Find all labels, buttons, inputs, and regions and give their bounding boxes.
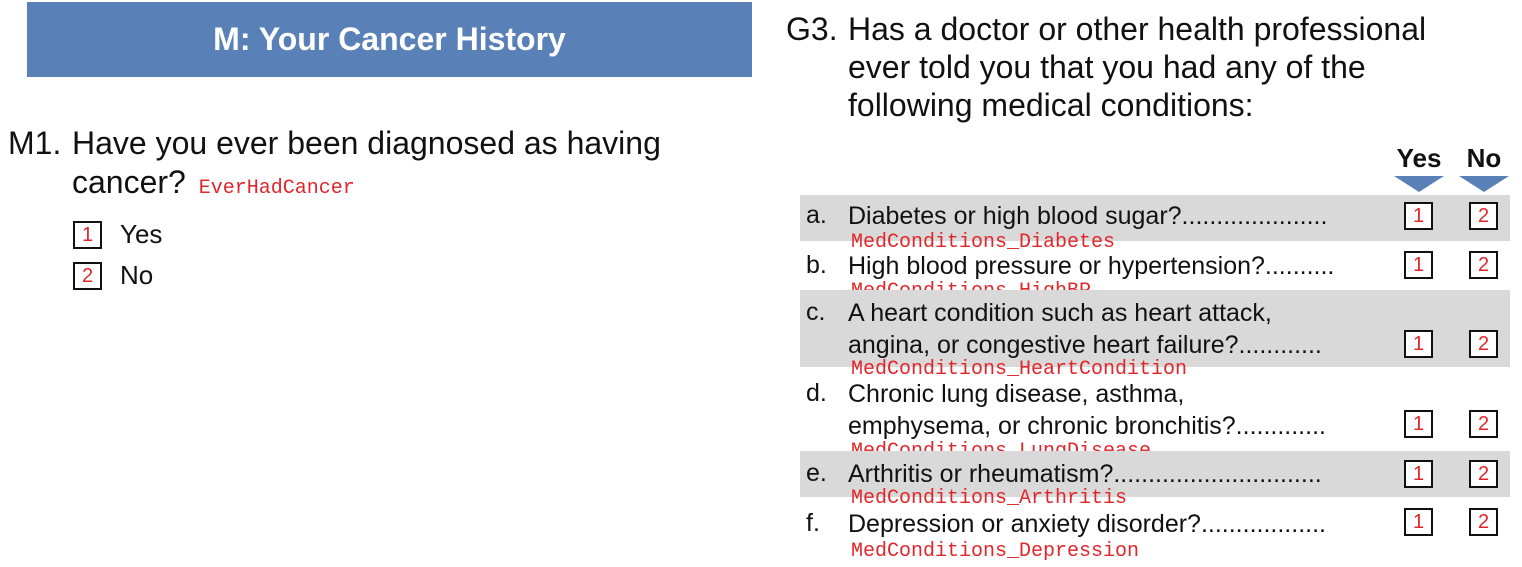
condition-text: Diabetes or high blood sugar?...........… [848, 202, 1328, 230]
checkbox-no[interactable]: 2 [1469, 330, 1498, 358]
condition-letter: d. [806, 379, 827, 407]
condition-letter: b. [806, 251, 827, 279]
condition-text: High blood pressure or hypertension?....… [848, 252, 1335, 280]
question-text-g3-line3: following medical conditions: [848, 87, 1254, 123]
condition-variable-name: MedConditions_Arthritis [851, 487, 1128, 510]
section-header: M: Your Cancer History [27, 2, 752, 77]
checkbox-yes[interactable]: 1 [1404, 202, 1433, 230]
checkbox-no[interactable]: 2 [1469, 251, 1498, 279]
checkbox-no[interactable]: 2 [1469, 460, 1498, 488]
checkbox-yes[interactable]: 1 [1404, 251, 1433, 279]
checkbox-yes[interactable]: 1 [1404, 410, 1433, 438]
condition-letter: c. [806, 298, 826, 326]
question-text-m1-line2: cancer? EverHadCancer [72, 163, 355, 208]
question-number-m1: M1. [8, 125, 62, 161]
condition-text: emphysema, or chronic bronchitis?.......… [848, 412, 1326, 440]
condition-text: Depression or anxiety disorder?.........… [848, 510, 1326, 538]
condition-letter: a. [806, 201, 827, 229]
checkbox-yes[interactable]: 1 [1404, 460, 1433, 488]
section-title: M: Your Cancer History [213, 21, 566, 57]
condition-letter: f. [806, 509, 820, 537]
question-text-m1-line1: Have you ever been diagnosed as having [72, 125, 661, 161]
answer-label-no: No [120, 260, 154, 290]
column-header-no: No [1466, 143, 1502, 173]
answer-label-yes: Yes [120, 219, 163, 249]
checkbox-no[interactable]: 2 [1469, 410, 1498, 438]
condition-letter: e. [806, 459, 827, 487]
question-text-g3-line1: Has a doctor or other health professiona… [848, 11, 1427, 47]
checkbox-yes[interactable]: 1 [1404, 508, 1433, 536]
column-header-yes: Yes [1396, 143, 1442, 173]
question-text-m1-line2-text: cancer? [72, 164, 186, 200]
column-arrow-no-icon [1459, 176, 1509, 192]
question-number-g3: G3. [786, 11, 838, 47]
condition-text: Arthritis or rheumatism?................… [848, 460, 1322, 488]
condition-text: angina, or congestive heart failure?....… [848, 331, 1322, 359]
checkbox-yes[interactable]: 1 [1404, 330, 1433, 358]
condition-variable-name: MedConditions_Depression [851, 540, 1140, 563]
question-text-g3-line2: ever told you that you had any of the [848, 49, 1366, 85]
condition-text: A heart condition such as heart attack, [848, 299, 1272, 327]
checkbox-no[interactable]: 2 [1469, 508, 1498, 536]
variable-name-m1: EverHadCancer [198, 177, 355, 200]
answer-checkbox-yes[interactable]: 1 [73, 221, 102, 249]
checkbox-no[interactable]: 2 [1469, 202, 1498, 230]
answer-checkbox-no[interactable]: 2 [73, 262, 102, 290]
condition-text: Chronic lung disease, asthma, [848, 380, 1185, 408]
column-arrow-yes-icon [1394, 176, 1444, 192]
